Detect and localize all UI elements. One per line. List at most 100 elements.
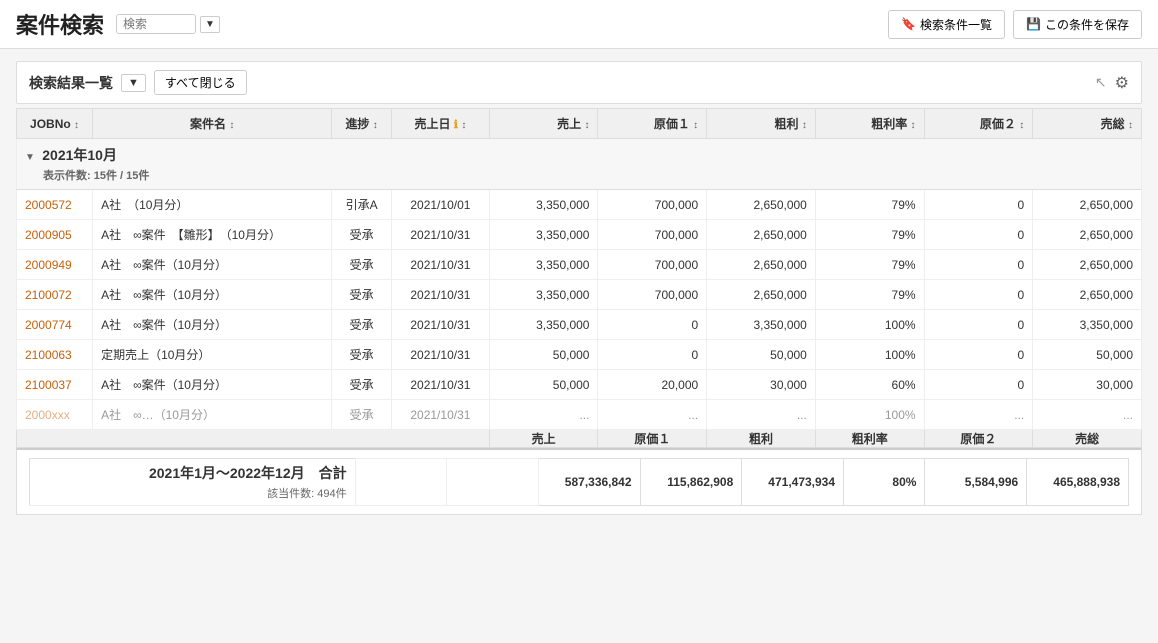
bookmark-icon: 🔖 bbox=[901, 17, 916, 31]
cell-name: A社 （10月分） bbox=[93, 190, 332, 220]
search-dropdown-icon[interactable]: ▼ bbox=[200, 16, 220, 33]
col-gross-rate-header[interactable]: 粗利率 ↕ bbox=[815, 109, 924, 139]
summary-cost2: 5,584,996 bbox=[925, 459, 1027, 506]
col-name-header[interactable]: 案件名 ↕ bbox=[93, 109, 332, 139]
cell-sales: 3,350,000 bbox=[489, 220, 598, 250]
cell-date: 2021/10/31 bbox=[391, 250, 489, 280]
cell-gross-rate: 100% bbox=[815, 340, 924, 370]
cell-total: ... bbox=[1033, 400, 1142, 430]
cell-cost2: ... bbox=[924, 400, 1033, 430]
info-icon-date: ℹ bbox=[454, 119, 458, 131]
cell-jobno: 2100037 bbox=[17, 370, 93, 400]
col-progress-header[interactable]: 進捗 ↕ bbox=[332, 109, 392, 139]
summary-gross: 471,473,934 bbox=[742, 459, 844, 506]
cell-date: 2021/10/31 bbox=[391, 340, 489, 370]
job-link[interactable]: 2000905 bbox=[25, 228, 72, 242]
search-input[interactable] bbox=[116, 14, 196, 34]
cell-progress: 受承 bbox=[332, 370, 392, 400]
cursor-icon: ↖ bbox=[1095, 74, 1107, 91]
save-condition-button[interactable]: 💾 この条件を保存 bbox=[1013, 10, 1142, 39]
table-header-row: JOBNo ↕ 案件名 ↕ 進捗 ↕ 売上日 ℹ ↕ 売上 bbox=[17, 109, 1142, 139]
cell-cost2: 0 bbox=[924, 190, 1033, 220]
col-total-header[interactable]: 売総 ↕ bbox=[1033, 109, 1142, 139]
search-list-button[interactable]: 🔖 検索条件一覧 bbox=[888, 10, 1005, 39]
cell-progress: 受承 bbox=[332, 250, 392, 280]
cell-date: 2021/10/01 bbox=[391, 190, 489, 220]
cell-total: 2,650,000 bbox=[1033, 250, 1142, 280]
col-jobno-header[interactable]: JOBNo ↕ bbox=[17, 109, 93, 139]
cell-gross: 50,000 bbox=[707, 340, 816, 370]
results-header: 検索結果一覧 ▼ すべて閉じる ↖ ⚙ bbox=[16, 61, 1142, 104]
group-toggle-icon[interactable]: ▼ bbox=[25, 152, 35, 163]
cell-name: A社 ∞案件（10月分） bbox=[93, 280, 332, 310]
sort-icon-sales: ↕ bbox=[584, 120, 589, 131]
cell-cost1: 0 bbox=[598, 310, 707, 340]
cell-jobno: 2100072 bbox=[17, 280, 93, 310]
subtotal-gross-label: 粗利 bbox=[707, 430, 816, 448]
cell-name: A社 ∞案件（10月分） bbox=[93, 370, 332, 400]
sort-icon-date: ↕ bbox=[461, 120, 466, 131]
cell-cost1: 0 bbox=[598, 340, 707, 370]
cell-sales: 3,350,000 bbox=[489, 190, 598, 220]
table-row: 2000572 A社 （10月分） 引承A 2021/10/01 3,350,0… bbox=[17, 190, 1142, 220]
cell-progress: 受承 bbox=[332, 280, 392, 310]
col-date-header[interactable]: 売上日 ℹ ↕ bbox=[391, 109, 489, 139]
cell-date: 2021/10/31 bbox=[391, 370, 489, 400]
subtotal-sales-label: 売上 bbox=[489, 430, 598, 448]
cell-gross: 2,650,000 bbox=[707, 220, 816, 250]
job-link[interactable]: 2000949 bbox=[25, 258, 72, 272]
job-link[interactable]: 2000774 bbox=[25, 318, 72, 332]
job-link[interactable]: 2100072 bbox=[25, 288, 72, 302]
results-header-right: ↖ ⚙ bbox=[1095, 73, 1129, 93]
group-count: 表示件数: 15件 / 15件 bbox=[43, 167, 1133, 183]
job-link[interactable]: 2100037 bbox=[25, 378, 72, 392]
col-sales-header[interactable]: 売上 ↕ bbox=[489, 109, 598, 139]
cell-jobno: 2000572 bbox=[17, 190, 93, 220]
cell-sales: 3,350,000 bbox=[489, 250, 598, 280]
subtotal-total-label: 売総 bbox=[1033, 430, 1142, 448]
job-link[interactable]: 2000572 bbox=[25, 198, 72, 212]
cell-gross-rate: 100% bbox=[815, 400, 924, 430]
sort-icon-gross-rate: ↕ bbox=[911, 120, 916, 131]
summary-title: 2021年1月〜2022年12月 合計 bbox=[38, 463, 347, 483]
collapse-all-button[interactable]: すべて閉じる bbox=[154, 70, 247, 95]
cell-progress: 引承A bbox=[332, 190, 392, 220]
col-cost2-header[interactable]: 原価２ ↕ bbox=[924, 109, 1033, 139]
cell-sales: 50,000 bbox=[489, 340, 598, 370]
cell-name: A社 ∞案件（10月分） bbox=[93, 250, 332, 280]
cell-total: 3,350,000 bbox=[1033, 310, 1142, 340]
save-icon: 💾 bbox=[1026, 17, 1041, 31]
sort-icon-cost1: ↕ bbox=[693, 120, 698, 131]
cell-jobno: 2000774 bbox=[17, 310, 93, 340]
search-box-wrapper: ▼ bbox=[116, 14, 220, 34]
cell-date: 2021/10/31 bbox=[391, 280, 489, 310]
sort-icon-total: ↕ bbox=[1128, 120, 1133, 131]
top-bar-left: 案件検索 ▼ bbox=[16, 8, 220, 40]
cell-gross: 3,350,000 bbox=[707, 310, 816, 340]
cell-gross: 2,650,000 bbox=[707, 280, 816, 310]
sort-icon-cost2: ↕ bbox=[1019, 120, 1024, 131]
col-gross-header[interactable]: 粗利 ↕ bbox=[707, 109, 816, 139]
cell-progress: 受承 bbox=[332, 310, 392, 340]
settings-button[interactable]: ⚙ bbox=[1115, 73, 1129, 93]
cell-name: A社 ∞案件 【雛形】 （10月分） bbox=[93, 220, 332, 250]
cell-cost2: 0 bbox=[924, 370, 1033, 400]
table-row: 2100072 A社 ∞案件（10月分） 受承 2021/10/31 3,350… bbox=[17, 280, 1142, 310]
subtotal-cost2-label: 原価２ bbox=[924, 430, 1033, 448]
col-cost1-header[interactable]: 原価１ ↕ bbox=[598, 109, 707, 139]
group-header-row: ▼ 2021年10月 表示件数: 15件 / 15件 bbox=[17, 139, 1142, 190]
cell-cost2: 0 bbox=[924, 310, 1033, 340]
cell-cost2: 0 bbox=[924, 340, 1033, 370]
dropdown-arrow[interactable]: ▼ bbox=[121, 74, 146, 92]
top-bar: 案件検索 ▼ 🔖 検索条件一覧 💾 この条件を保存 bbox=[0, 0, 1158, 49]
cell-gross: 2,650,000 bbox=[707, 190, 816, 220]
cell-progress: 受承 bbox=[332, 220, 392, 250]
sort-icon-progress: ↕ bbox=[373, 120, 378, 131]
job-link[interactable]: 2100063 bbox=[25, 348, 72, 362]
cell-total: 50,000 bbox=[1033, 340, 1142, 370]
cell-gross-rate: 79% bbox=[815, 190, 924, 220]
results-header-left: 検索結果一覧 ▼ すべて閉じる bbox=[29, 70, 247, 95]
cell-cost2: 0 bbox=[924, 220, 1033, 250]
cell-total: 2,650,000 bbox=[1033, 280, 1142, 310]
cell-gross-rate: 100% bbox=[815, 310, 924, 340]
